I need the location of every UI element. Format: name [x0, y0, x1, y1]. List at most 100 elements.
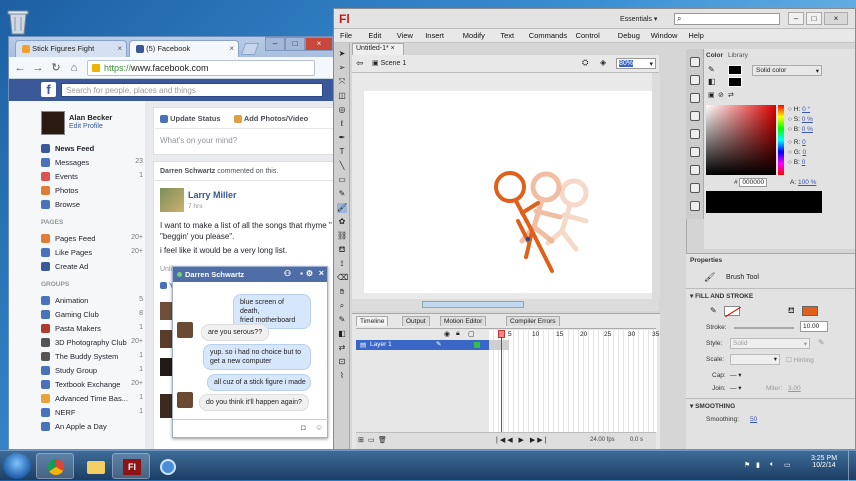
fill-color-icon[interactable]: ◧ [708, 77, 716, 86]
menu-item-text[interactable]: Text [500, 31, 514, 40]
rectangle-tool-icon[interactable]: ▭ [337, 175, 347, 185]
scale-select[interactable]: ▾ [730, 354, 780, 365]
close-tab-icon[interactable]: × [117, 44, 122, 53]
color-value-row[interactable]: ○ R: 0 [788, 138, 813, 148]
color-channel-value[interactable]: 0 % [802, 116, 813, 123]
minimize-button[interactable]: – [265, 37, 285, 51]
playback-controls[interactable]: |◀◀ ▶ ▶▶| [496, 436, 548, 444]
sidebar-item[interactable]: Photos [41, 185, 141, 198]
properties-icon[interactable] [690, 57, 700, 67]
no-color-icon[interactable]: ⊘ [718, 91, 724, 99]
sidebar-item[interactable]: Gaming Club 8 [41, 309, 143, 322]
add-photos-tab[interactable]: Add Photos/Video [234, 114, 308, 124]
eraser-icon[interactable]: ⌫ [337, 273, 348, 283]
menu-item-file[interactable]: File [340, 31, 352, 40]
close-button[interactable]: × [305, 37, 333, 51]
post-time[interactable]: 7 hrs [188, 203, 202, 210]
tab-library[interactable]: Library [728, 52, 748, 59]
display-icon[interactable]: ▭ [784, 461, 791, 469]
menu-item-modify[interactable]: Modify [463, 31, 485, 40]
sidebar-item[interactable]: Animation 5 [41, 295, 143, 308]
fill-color-icon[interactable]: ◧ [337, 329, 347, 339]
facebook-logo-icon[interactable]: f [41, 82, 56, 97]
tab-properties[interactable]: Properties [690, 257, 722, 264]
new-folder-icon[interactable]: ▭ [368, 436, 375, 444]
back-icon[interactable]: ← [13, 61, 27, 75]
default-colors-icon[interactable]: ⇄ [728, 91, 734, 99]
document-tab[interactable]: Untitled-1* × [352, 43, 404, 55]
transform-icon[interactable] [690, 129, 700, 139]
close-button[interactable]: × [824, 12, 848, 25]
sidebar-item[interactable]: NERF 1 [41, 407, 143, 420]
avatar[interactable] [41, 111, 65, 135]
sidebar-item[interactable]: Pasta Makers 1 [41, 323, 143, 336]
smoothing-value[interactable]: 50 [750, 416, 757, 423]
gear-icon[interactable]: ⚙ [306, 269, 313, 278]
stroke-slider[interactable] [734, 327, 794, 329]
bone-tool-icon[interactable]: ⛓ [337, 231, 347, 241]
playhead-handle[interactable] [498, 330, 505, 338]
menu-item-control[interactable]: Control [576, 31, 600, 40]
fps-readout[interactable]: 24.00 fps [590, 437, 615, 443]
scroll-thumb[interactable] [422, 301, 524, 308]
sidebar-item[interactable]: Browse [41, 199, 141, 212]
color-type-select[interactable]: Solid color ▾ [752, 65, 822, 76]
style-select[interactable]: Solid ▾ [730, 338, 810, 349]
hex-value[interactable]: 000000 [739, 178, 768, 187]
pen-icon[interactable]: ✒ [337, 133, 347, 143]
paint-bucket-icon[interactable]: ⛾ [337, 245, 347, 255]
stroke-swatch[interactable] [728, 65, 742, 75]
tab-compiler-errors[interactable]: Compiler Errors [506, 316, 560, 326]
profile-name[interactable]: Alan Becker [69, 113, 112, 122]
menu-item-view[interactable]: View [397, 31, 413, 40]
horizontal-scrollbar[interactable] [352, 299, 659, 311]
alpha-value[interactable]: 100 % [798, 179, 816, 186]
stroke-color-swatch[interactable] [724, 306, 742, 318]
sidebar-item[interactable]: Events 1 [41, 171, 143, 184]
delete-icon[interactable]: 🗑︎ [378, 436, 387, 444]
outline-icon[interactable]: ▢ [468, 330, 475, 338]
camera-icon[interactable]: ◘ [301, 423, 306, 432]
frame-grid[interactable] [489, 330, 657, 432]
hand-tool-icon[interactable]: ✋︎ [337, 287, 347, 297]
time-readout[interactable]: 0.0 s [630, 437, 643, 443]
tab-timeline[interactable]: Timeline [356, 316, 389, 326]
tab-output[interactable]: Output [402, 316, 430, 326]
maximize-button[interactable]: □ [285, 37, 305, 51]
tab-facebook[interactable]: (5) Facebook × [129, 40, 239, 57]
reload-icon[interactable]: ↻ [49, 61, 63, 75]
color-channel-value[interactable]: 0 ° [802, 106, 810, 113]
playhead[interactable] [501, 330, 502, 432]
fill-color-swatch[interactable] [802, 306, 818, 316]
forward-icon[interactable]: → [31, 61, 45, 75]
tab-color[interactable]: Color [706, 52, 723, 59]
hue-slider[interactable] [778, 105, 784, 175]
line-tool-icon[interactable]: ╲ [337, 161, 347, 171]
color-radio[interactable]: ○ [788, 159, 792, 166]
color-channel-value[interactable]: 0 [802, 149, 806, 156]
stroke-value-input[interactable]: 10.00 [800, 321, 828, 332]
workspace-switcher[interactable]: Essentials ▾ [620, 15, 657, 23]
sidebar-item[interactable]: Advanced Time Bas... 1 [41, 393, 143, 406]
hinting-checkbox[interactable]: ☐ Hinting [786, 356, 814, 364]
stroke-color-icon[interactable]: ✎ [708, 65, 715, 74]
taskbar-explorer[interactable] [76, 453, 114, 479]
code-snippets-icon[interactable] [690, 201, 700, 211]
sidebar-item[interactable]: Messages 23 [41, 157, 143, 170]
color-picker-field[interactable] [706, 105, 776, 175]
sidebar-item[interactable]: Pages Feed 20+ [41, 233, 143, 246]
sidebar-item[interactable]: Textbook Exchange 20+ [41, 379, 143, 392]
home-icon[interactable]: ⌂ [67, 61, 81, 75]
address-bar[interactable]: https://www.facebook.com [87, 60, 315, 76]
taskbar-chrome[interactable] [36, 453, 74, 479]
sidebar-item[interactable]: Create Ad [41, 261, 141, 274]
minimize-button[interactable]: – [788, 12, 804, 25]
vertical-scrollbar[interactable] [652, 73, 660, 299]
color-value-row[interactable]: ○ B: 0 [788, 158, 813, 168]
text-tool-icon[interactable]: T [337, 147, 347, 157]
menu-item-help[interactable]: Help [688, 31, 703, 40]
sidebar-item[interactable]: Study Group 1 [41, 365, 143, 378]
align-icon[interactable] [690, 111, 700, 121]
smoothing-header[interactable]: ▾ SMOOTHING [690, 402, 735, 410]
maximize-button[interactable]: □ [806, 12, 822, 25]
